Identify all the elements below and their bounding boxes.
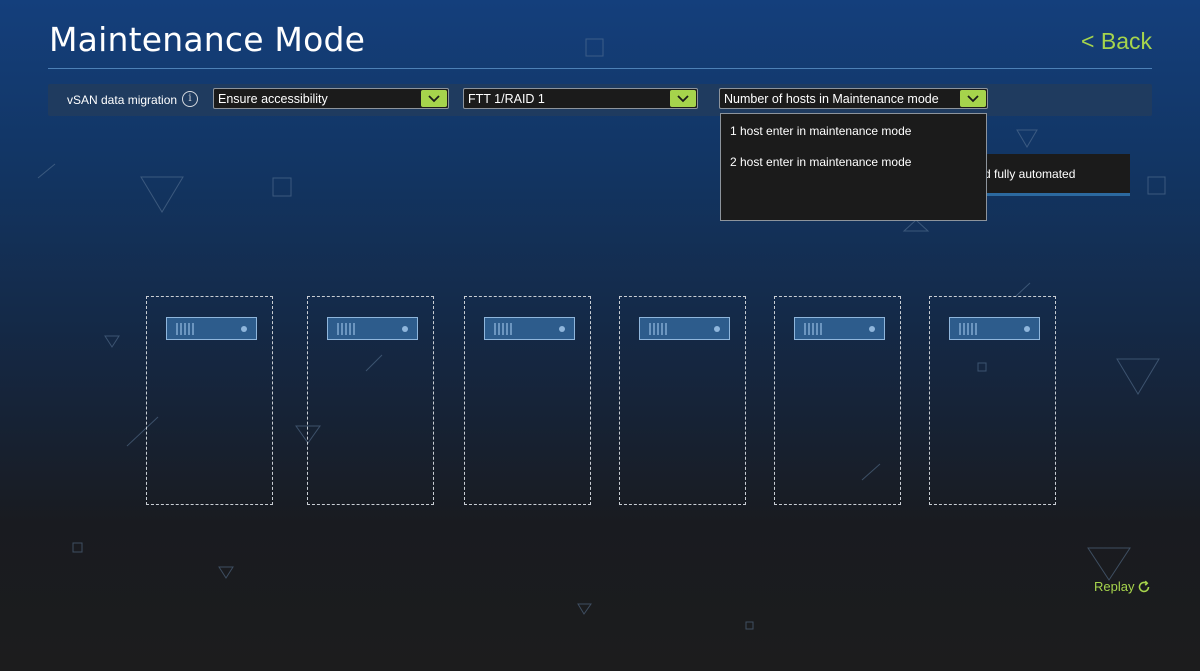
chevron-down-icon[interactable] <box>960 90 986 107</box>
host-1 <box>146 296 273 505</box>
info-icon[interactable]: i <box>182 91 198 107</box>
chevron-down-icon[interactable] <box>421 90 447 107</box>
server-icon <box>639 317 730 340</box>
vsan-data-migration-label: vSAN data migration <box>67 93 178 107</box>
hosts-in-maintenance-select[interactable]: Number of hosts in Maintenance mode <box>719 88 988 109</box>
replay-button[interactable]: Replay <box>1094 579 1151 594</box>
page-title: Maintenance Mode <box>49 20 366 59</box>
accessibility-select[interactable]: Ensure accessibility <box>213 88 449 109</box>
server-icon <box>484 317 575 340</box>
host-5 <box>774 296 901 505</box>
ftt-raid-select[interactable]: FTT 1/RAID 1 <box>463 88 698 109</box>
host-6 <box>929 296 1056 505</box>
dropdown-option-1-host[interactable]: 1 host enter in maintenance mode <box>730 124 911 138</box>
host-2 <box>307 296 434 505</box>
filter-bar: vSAN data migration i Ensure accessibili… <box>48 84 1152 116</box>
automation-panel-text: d fully automated <box>984 167 1076 181</box>
replay-icon <box>1139 580 1150 592</box>
chevron-down-icon[interactable] <box>670 90 696 107</box>
server-icon <box>166 317 257 340</box>
hosts-dropdown-menu: 1 host enter in maintenance mode 2 host … <box>720 113 987 221</box>
back-link[interactable]: < Back <box>1081 28 1152 55</box>
replay-label: Replay <box>1094 579 1135 594</box>
server-icon <box>949 317 1040 340</box>
select-value: FTT 1/RAID 1 <box>468 92 545 106</box>
select-value: Ensure accessibility <box>218 92 328 106</box>
dropdown-option-2-host[interactable]: 2 host enter in maintenance mode <box>730 155 911 169</box>
select-value: Number of hosts in Maintenance mode <box>724 92 939 106</box>
server-icon <box>794 317 885 340</box>
host-4 <box>619 296 746 505</box>
host-3 <box>464 296 591 505</box>
header-divider <box>48 68 1152 69</box>
server-icon <box>327 317 418 340</box>
